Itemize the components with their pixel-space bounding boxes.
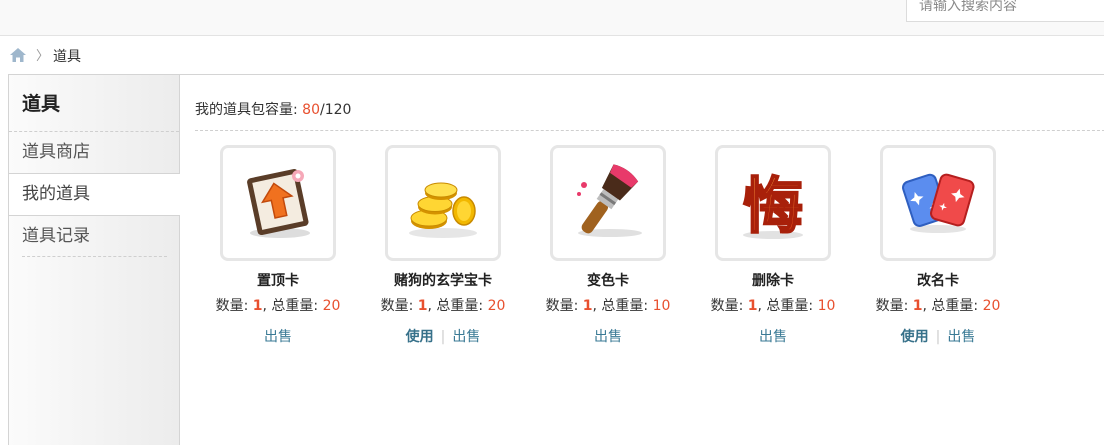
home-icon[interactable] <box>9 47 27 63</box>
item-quantity: 1 <box>747 298 758 314</box>
item-stats: 数量: 1, 总重量: 20 <box>380 298 506 314</box>
item-icon-box[interactable] <box>880 145 996 261</box>
gold-coins-icon <box>409 182 477 238</box>
sell-link[interactable]: 出售 <box>452 329 480 345</box>
item-stats: 数量: 1, 总重量: 20 <box>215 298 341 314</box>
sidebar-item-shop[interactable]: 道具商店 <box>9 132 179 173</box>
divider <box>195 130 1104 131</box>
item-quantity: 1 <box>417 298 428 314</box>
breadcrumb-current: 道具 <box>53 49 81 65</box>
item-quantity: 1 <box>252 298 263 314</box>
top-bar <box>0 0 1104 36</box>
item-card: 改名卡 数量: 1, 总重量: 20 使用 | 出售 <box>868 145 1008 346</box>
sidebar-title: 道具 <box>9 75 179 132</box>
sell-link[interactable]: 出售 <box>947 329 975 345</box>
item-card: 悔 删除卡 数量: 1, 总重量: 10 出售 <box>703 145 843 346</box>
item-icon-box[interactable] <box>385 145 501 261</box>
use-link[interactable]: 使用 <box>901 329 929 345</box>
breadcrumb: 〉 道具 <box>0 36 1104 73</box>
item-name: 改名卡 <box>917 273 959 289</box>
search-box[interactable] <box>906 0 1104 22</box>
search-input[interactable] <box>907 0 1099 19</box>
playing-cards-icon <box>902 173 975 233</box>
item-name: 赌狗的玄学宝卡 <box>394 273 492 289</box>
sell-link[interactable]: 出售 <box>759 329 787 345</box>
svg-text:悔: 悔 <box>743 172 803 242</box>
item-name: 置顶卡 <box>257 273 299 289</box>
item-name: 删除卡 <box>752 273 794 289</box>
item-card: 变色卡 数量: 1, 总重量: 10 出售 <box>538 145 678 346</box>
item-actions: 出售 <box>703 326 843 346</box>
item-actions: 出售 <box>208 326 348 346</box>
bag-capacity: 我的道具包容量: 80/120 <box>195 102 352 118</box>
sell-link[interactable]: 出售 <box>594 329 622 345</box>
hui-character-icon: 悔 <box>742 171 804 243</box>
item-icon-box[interactable] <box>550 145 666 261</box>
item-stats: 数量: 1, 总重量: 10 <box>545 298 671 314</box>
item-weight: 20 <box>487 298 506 314</box>
item-stats: 数量: 1, 总重量: 10 <box>710 298 836 314</box>
item-stats: 数量: 1, 总重量: 20 <box>875 298 1001 314</box>
item-quantity: 1 <box>582 298 593 314</box>
item-weight: 10 <box>817 298 836 314</box>
use-link[interactable]: 使用 <box>406 329 434 345</box>
sell-link[interactable]: 出售 <box>264 329 292 345</box>
item-weight: 10 <box>652 298 671 314</box>
item-actions: 出售 <box>538 326 678 346</box>
paintbrush-icon <box>577 164 642 237</box>
pin-to-top-card-icon <box>247 168 310 238</box>
sidebar-item-records[interactable]: 道具记录 <box>22 216 167 257</box>
item-card: 置顶卡 数量: 1, 总重量: 20 出售 <box>208 145 348 346</box>
item-icon-box[interactable] <box>220 145 336 261</box>
item-weight: 20 <box>322 298 341 314</box>
capacity-used: 80 <box>302 102 320 118</box>
capacity-total: /120 <box>320 102 352 118</box>
item-name: 变色卡 <box>587 273 629 289</box>
item-quantity: 1 <box>912 298 923 314</box>
sidebar: 道具 道具商店 我的道具 道具记录 <box>9 75 180 445</box>
sidebar-item-my-items[interactable]: 我的道具 <box>9 173 180 216</box>
item-actions: 使用 | 出售 <box>405 329 481 345</box>
item-card: 赌狗的玄学宝卡 数量: 1, 总重量: 20 使用 | 出售 <box>373 145 513 346</box>
item-actions: 使用 | 出售 <box>900 329 976 345</box>
main-panel: 道具 道具商店 我的道具 道具记录 我的道具包容量: 80/120 置顶卡 数量… <box>8 74 1104 445</box>
item-icon-box[interactable]: 悔 <box>715 145 831 261</box>
breadcrumb-separator: 〉 <box>36 49 50 64</box>
item-weight: 20 <box>982 298 1001 314</box>
